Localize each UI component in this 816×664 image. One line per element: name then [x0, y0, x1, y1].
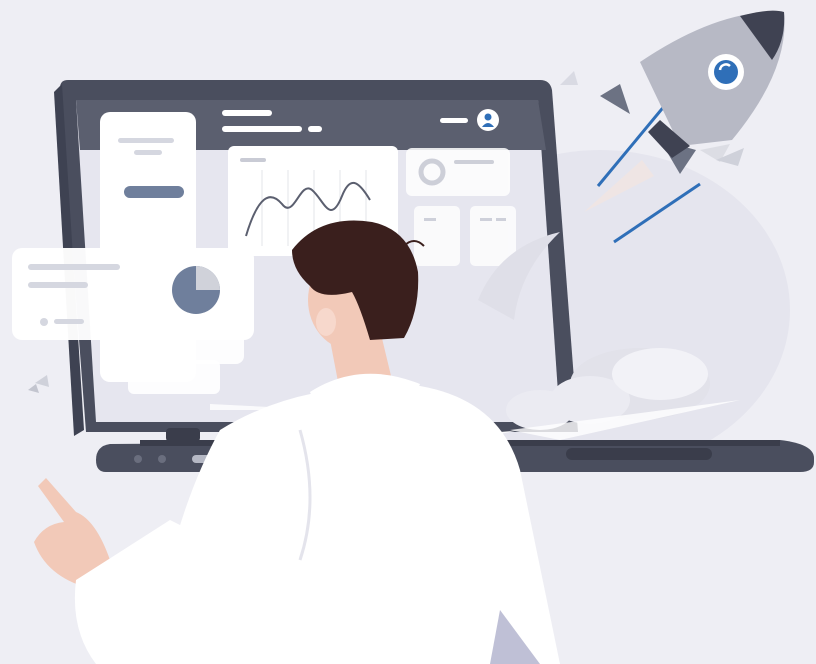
trackpad-notch [566, 448, 712, 460]
sidebar-button[interactable] [124, 186, 184, 198]
user-avatar-icon[interactable] [477, 109, 499, 131]
header-title-line [222, 110, 272, 116]
port-2 [158, 455, 166, 463]
ear [316, 308, 336, 336]
port-1 [134, 455, 142, 463]
header-subtitle-line [222, 126, 302, 132]
header-subtitle-dot [308, 126, 322, 132]
laptop-hinge [166, 428, 200, 442]
illustration-scene [12, 10, 814, 664]
rocket-icon [640, 10, 785, 158]
donut-card [406, 148, 510, 196]
pie-chart-icon [172, 266, 220, 314]
header-user-line [440, 118, 468, 123]
floating-pie-card [12, 248, 254, 340]
